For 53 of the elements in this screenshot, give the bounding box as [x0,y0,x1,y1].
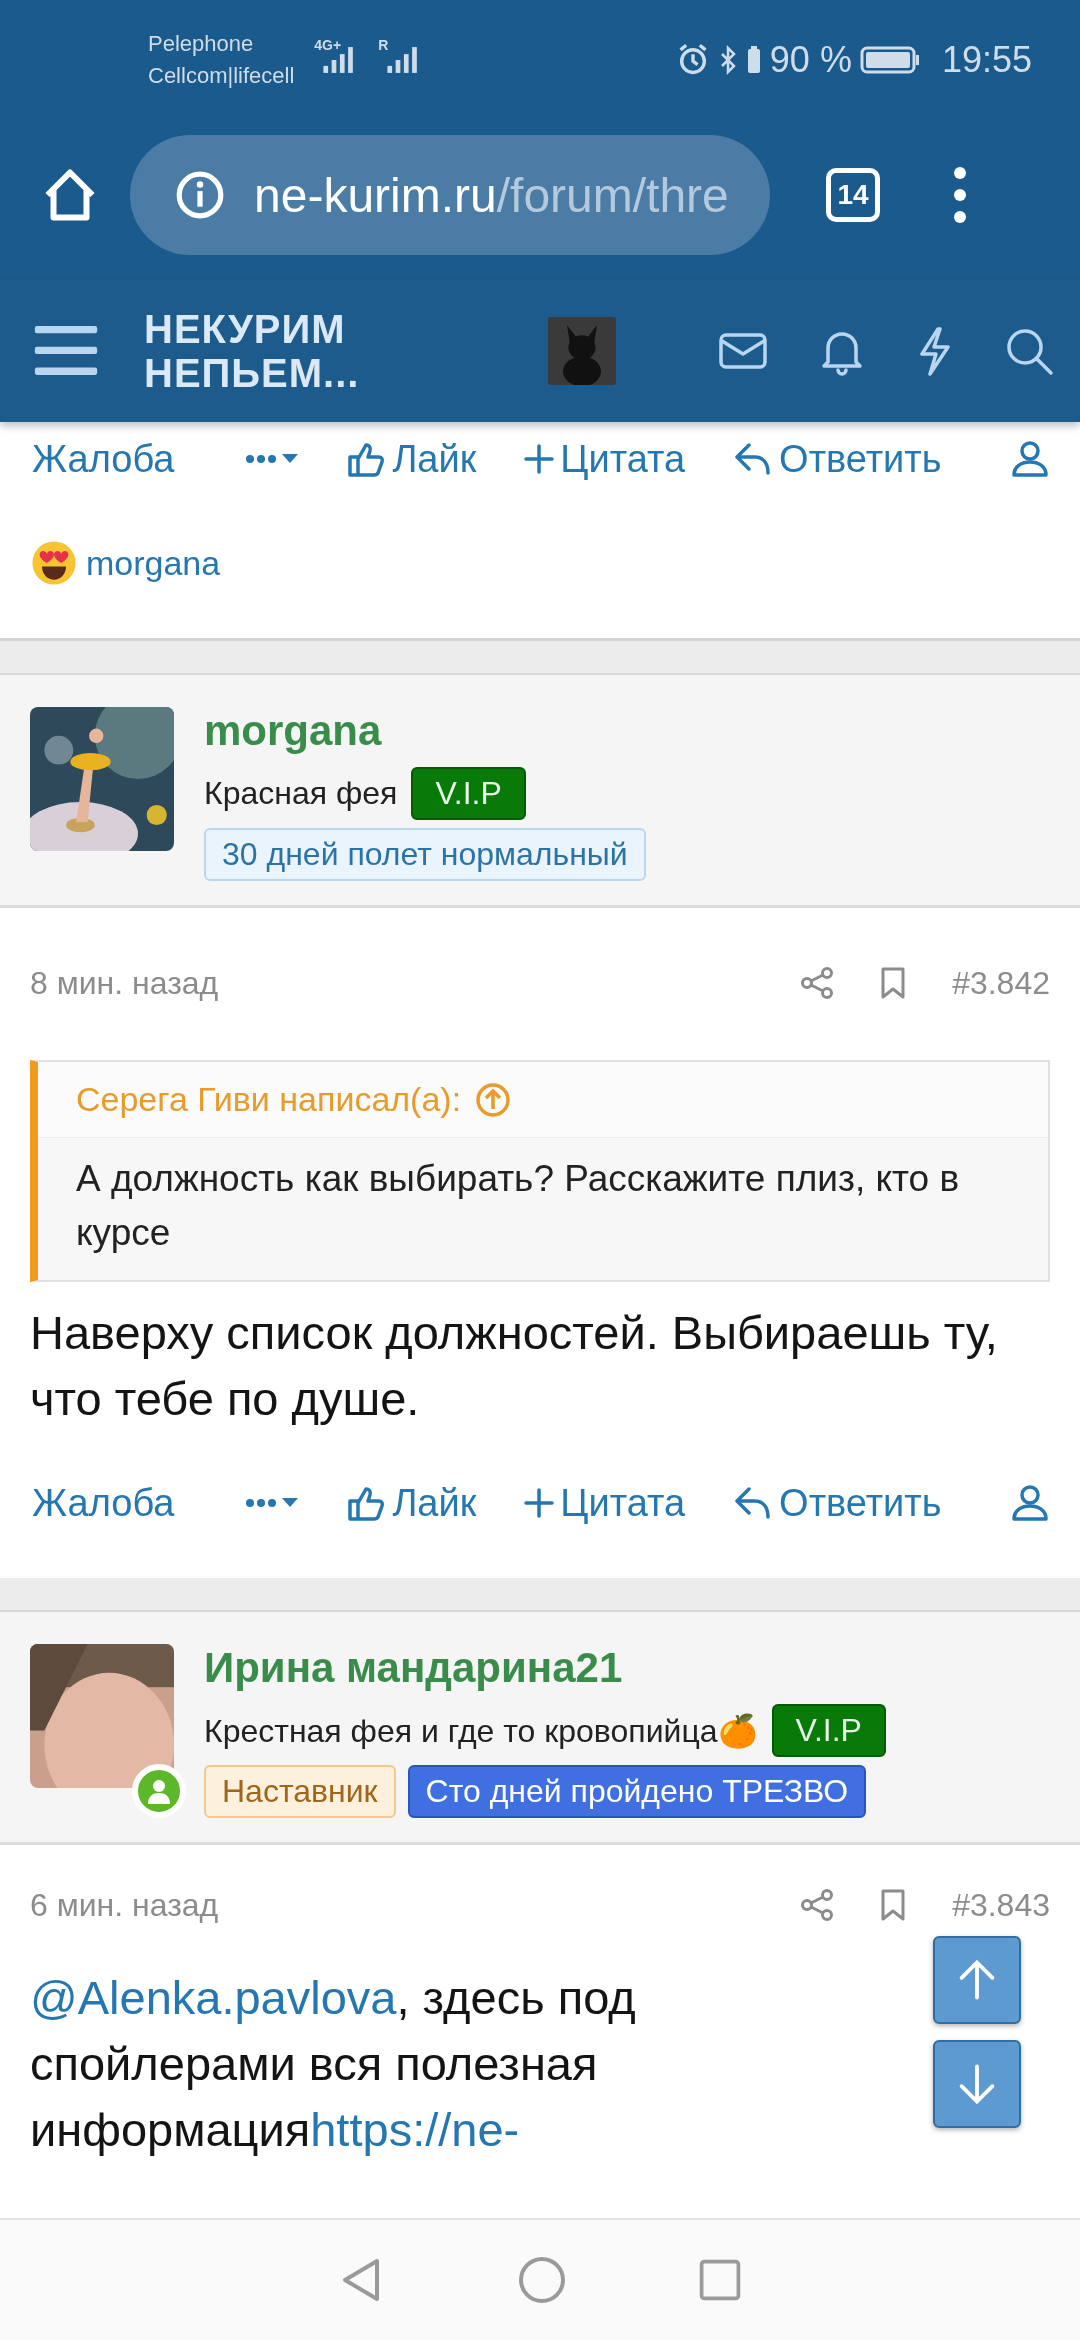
share-icon[interactable] [800,966,835,1000]
user-title: Крестная фея и где то кровопийца🍊 [204,1711,758,1750]
address-bar[interactable]: ne-kurim.ru/forum/thre [130,135,770,255]
quote-author: Серега Гиви написал(а): [76,1080,462,1119]
post-time: 6 мин. назад [30,1886,219,1924]
quote-button[interactable]: Цитата [524,437,686,481]
carrier-name: Cellcom|lifecell [148,62,295,90]
vip-badge: V.I.P [771,1704,886,1757]
user-icon[interactable] [1010,1483,1050,1523]
heart-eyes-emoji-icon [30,539,78,587]
user-title: Красная фея [204,775,398,812]
site-logo[interactable]: НЕКУРИМ НЕПЬЕМ... [144,307,360,395]
user-link[interactable]: morgana [86,543,221,583]
user-icon[interactable] [1010,439,1050,479]
recent-apps-icon[interactable] [697,2257,743,2303]
link[interactable]: https://ne- [310,2103,520,2156]
reply-button[interactable]: Ответить [733,1481,942,1525]
scroll-down-button[interactable] [933,2040,1021,2128]
battery-icon [859,46,920,74]
plus-icon [524,1488,555,1518]
reply-button[interactable]: Ответить [733,437,942,481]
quote-text: А должность как выбирать? Расскажите плиз, кто в курсе [38,1137,1048,1280]
report-link[interactable]: Жалоба [32,437,175,481]
like-button[interactable]: Лайк [346,437,477,481]
roaming-label: R [378,37,389,53]
post-time: 8 мин. назад [30,964,219,1002]
post-text: Наверху список должностей. Выбираешь ту, что тебе по душе. [29,1305,999,1427]
share-icon[interactable] [800,1888,835,1922]
mail-icon[interactable] [718,331,768,371]
quote-button[interactable]: Цитата [524,1481,686,1525]
scroll-up-button[interactable] [933,1936,1021,2024]
network-type: 4G+ [314,37,342,53]
plus-icon [524,444,555,474]
url-text: ne-kurim.ru/forum/thre [254,167,729,223]
report-link[interactable]: Жалоба [32,1481,175,1525]
post-text: @Alenka.pavlova, здесь под спойлерами вся полезная информацияhttps://ne- [29,1970,637,2158]
tab-count-button[interactable]: 14 [826,168,880,222]
vip-badge: V.I.P [411,767,526,820]
link[interactable]: @Alenka.pavlova [30,1971,397,2024]
username[interactable]: morgana [204,703,646,759]
user-banner: Сто дней пройдено ТРЕЗВО [407,1765,867,1818]
carrier-name: Pelephone [148,30,255,58]
clock: 19:55 [941,39,1032,81]
post-number-link[interactable]: #3.842 [952,964,1050,1002]
user-banner: Наставник [204,1765,396,1818]
like-button[interactable]: Лайк [346,1481,477,1525]
search-icon[interactable] [1004,326,1054,376]
menu-icon[interactable] [34,324,98,378]
info-icon [174,169,226,221]
username[interactable]: Ирина мандарина21 [204,1640,886,1696]
user-banner: 30 дней полет нормальный [204,828,646,881]
post-number-link[interactable]: #3.843 [952,1886,1050,1924]
battery-percent: 90 % [769,39,852,81]
